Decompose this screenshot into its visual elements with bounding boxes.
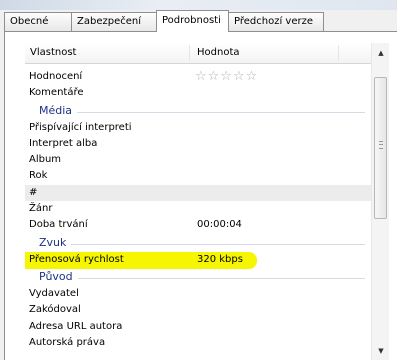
list-item-hovered[interactable]: # (25, 184, 371, 202)
list-item-rating[interactable]: Hodnocení ☆☆☆☆☆ (25, 69, 371, 85)
property-name: Přispívající interpreti (29, 121, 132, 133)
list-item[interactable]: Rok (25, 168, 371, 184)
property-name: Interpret alba (29, 137, 98, 149)
list-item[interactable]: Interpret alba (25, 136, 371, 152)
vertical-scrollbar[interactable]: ▲ ▼ (371, 43, 389, 360)
group-divider (39, 243, 365, 245)
column-divider[interactable] (338, 45, 339, 61)
column-header-value[interactable]: Hodnota (197, 47, 240, 58)
properties-list[interactable]: Vlastnost Hodnota Podtitul Hodnocení ☆☆☆… (25, 43, 389, 360)
list-item[interactable]: Doba trvání 00:00:04 (25, 217, 371, 233)
list-item[interactable]: Komentáře (25, 85, 371, 101)
property-name: Doba trvání (29, 219, 88, 231)
property-name: Přenosová rychlost (29, 253, 124, 265)
list-item-bitrate[interactable]: Přenosová rychlost 320 kbps (25, 251, 371, 269)
property-rows: Podtitul Hodnocení ☆☆☆☆☆ Komentáře Média… (25, 63, 371, 351)
property-name: Album (29, 154, 62, 166)
tab-security[interactable]: Zabezpečení (71, 12, 157, 31)
list-item[interactable]: Album (25, 152, 371, 168)
group-header-origin: Původ (25, 268, 371, 286)
group-label: Média (39, 103, 78, 117)
property-name: Komentáře (29, 87, 84, 99)
group-header-media: Média (25, 102, 371, 120)
list-item[interactable]: Zakódoval (25, 302, 371, 318)
list-header: Vlastnost Hodnota (25, 43, 371, 64)
list-item[interactable]: Autorská práva (25, 335, 371, 351)
list-item[interactable]: Přispívající interpreti (25, 120, 371, 136)
scroll-up-arrow-icon[interactable]: ▲ (372, 45, 389, 61)
grip-icon (379, 141, 383, 149)
property-name: # (29, 186, 38, 198)
property-name: Vydavatel (29, 287, 79, 299)
group-header-audio: Zvuk (25, 234, 371, 252)
property-name: Adresa URL autora (29, 320, 123, 332)
property-name: Rok (29, 170, 48, 182)
scrollbar-thumb[interactable] (374, 77, 387, 219)
list-item[interactable]: Žánr (25, 201, 371, 217)
rating-stars-icon[interactable]: ☆☆☆☆☆ (195, 69, 258, 85)
property-name: Zakódoval (29, 304, 81, 316)
group-divider (39, 111, 365, 113)
tab-details[interactable]: Podrobnosti (156, 10, 229, 32)
property-value: 00:00:04 (197, 219, 242, 231)
tab-general[interactable]: Obecné (4, 12, 72, 31)
window-top-edge (0, 0, 397, 10)
group-label: Původ (39, 269, 78, 283)
list-item[interactable]: Vydavatel (25, 286, 371, 302)
group-label: Zvuk (39, 235, 72, 249)
property-value: 320 kbps (197, 253, 243, 265)
property-name: Autorská práva (29, 336, 106, 348)
group-divider (39, 277, 365, 279)
column-header-property[interactable]: Vlastnost (30, 47, 76, 58)
property-name: Hodnocení (29, 71, 83, 82)
tab-previous-versions[interactable]: Předchozí verze (228, 12, 324, 31)
list-item[interactable]: Adresa URL autora (25, 319, 371, 335)
column-divider[interactable] (189, 45, 190, 61)
property-name: Žánr (29, 203, 53, 215)
scroll-down-arrow-icon[interactable]: ▼ (372, 343, 389, 359)
